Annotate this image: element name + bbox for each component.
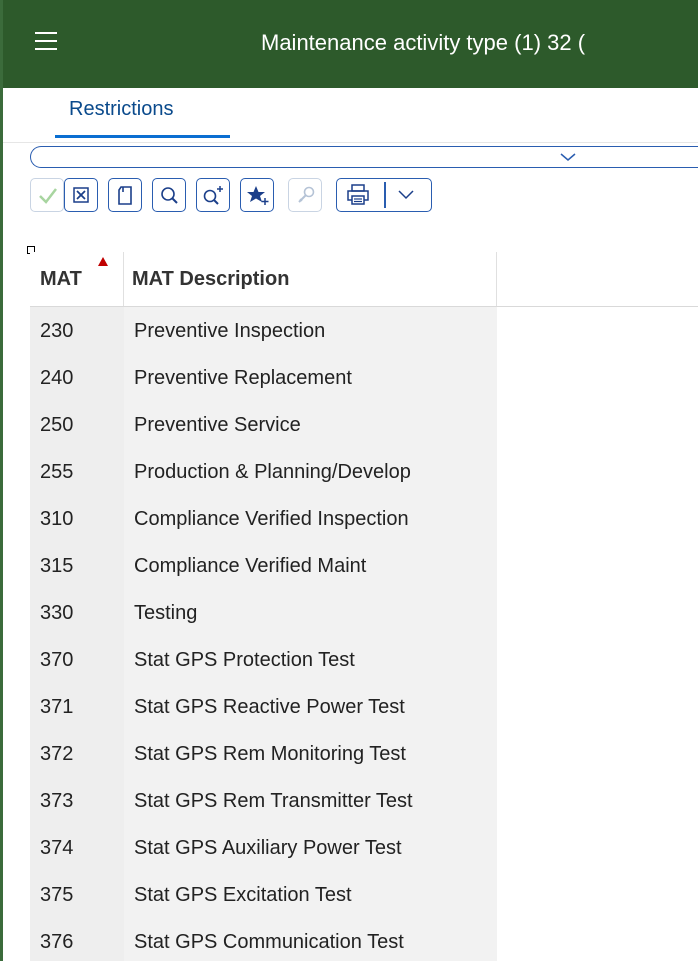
app-frame: Maintenance activity type (1) 32 ( Restr… [0,0,698,961]
sort-ascending-icon [98,257,108,266]
tab-active-indicator [55,135,230,138]
table-row[interactable]: 250 Preventive Service [30,401,698,448]
continue-button[interactable] [30,178,64,212]
cell-mat[interactable]: 375 [40,884,73,907]
find-next-button[interactable] [196,178,230,212]
column-divider [123,252,124,306]
cell-mat-description[interactable]: Stat GPS Rem Monitoring Test [134,743,406,766]
search-icon [161,187,178,204]
table-row[interactable]: 373 Stat GPS Rem Transmitter Test [30,777,698,824]
cell-mat[interactable]: 370 [40,649,73,672]
table-row[interactable]: 330 Testing [30,589,698,636]
copy-icon [118,186,132,205]
cell-mat[interactable]: 372 [40,743,73,766]
tab-bar: Restrictions [3,88,698,143]
print-options-button[interactable] [386,179,430,210]
tab-restrictions[interactable]: Restrictions [69,98,173,121]
table-row[interactable]: 255 Production & Planning/Develop [30,448,698,495]
print-icon [347,184,369,205]
table-row[interactable]: 310 Compliance Verified Inspection [30,495,698,542]
find-button[interactable] [152,178,186,212]
table-row[interactable]: 374 Stat GPS Auxiliary Power Test [30,824,698,871]
shell-header: Maintenance activity type (1) 32 ( [3,0,698,88]
menu-icon[interactable] [35,32,57,52]
collapse-restrictions-bar[interactable] [30,146,698,168]
results-table: MAT MAT Description 230 Preventive Inspec… [30,252,698,961]
chevron-down-icon [398,190,414,200]
copy-button[interactable] [108,178,142,212]
cell-mat-description[interactable]: Stat GPS Communication Test [134,931,404,954]
table-row[interactable]: 371 Stat GPS Reactive Power Test [30,683,698,730]
cell-mat[interactable]: 255 [40,461,73,484]
cell-mat[interactable]: 371 [40,696,73,719]
cell-mat-description[interactable]: Stat GPS Reactive Power Test [134,696,405,719]
cell-mat-description[interactable]: Preventive Service [134,414,301,437]
cell-mat-description[interactable]: Preventive Replacement [134,367,352,390]
table-row[interactable]: 315 Compliance Verified Maint [30,542,698,589]
cell-mat[interactable]: 230 [40,320,73,343]
frame-border [0,0,3,961]
cell-mat[interactable]: 374 [40,837,73,860]
favorite-add-icon [247,186,269,205]
search-next-icon [203,186,223,205]
cell-mat[interactable]: 315 [40,555,73,578]
table-header: MAT MAT Description [30,252,698,307]
cell-mat-description[interactable]: Testing [134,602,197,625]
cell-mat[interactable]: 250 [40,414,73,437]
table-row[interactable]: 376 Stat GPS Communication Test [30,918,698,961]
table-row[interactable]: 230 Preventive Inspection [30,307,698,354]
cancel-button[interactable] [64,178,98,212]
table-body: 230 Preventive Inspection 240 Preventive Re… [30,307,698,961]
help-button[interactable] [288,178,322,212]
cell-mat-description[interactable]: Preventive Inspection [134,320,325,343]
cell-mat[interactable]: 373 [40,790,73,813]
print-button[interactable] [337,179,383,210]
chevron-down-icon [560,153,576,161]
add-favorite-button[interactable] [240,178,274,212]
cell-mat[interactable]: 376 [40,931,73,954]
cancel-icon [73,187,89,203]
cell-mat-description[interactable]: Stat GPS Rem Transmitter Test [134,790,413,813]
page-title: Maintenance activity type (1) 32 ( [261,30,586,55]
cell-mat-description[interactable]: Stat GPS Auxiliary Power Test [134,837,402,860]
table-row[interactable]: 375 Stat GPS Excitation Test [30,871,698,918]
cell-mat[interactable]: 310 [40,508,73,531]
table-row[interactable]: 372 Stat GPS Rem Monitoring Test [30,730,698,777]
cell-mat-description[interactable]: Compliance Verified Inspection [134,508,409,531]
cell-mat[interactable]: 330 [40,602,73,625]
help-icon [298,186,315,203]
column-header-mat[interactable]: MAT [40,268,82,291]
column-divider [496,252,497,306]
cell-mat-description[interactable]: Stat GPS Protection Test [134,649,355,672]
table-row[interactable]: 240 Preventive Replacement [30,354,698,401]
table-row[interactable]: 370 Stat GPS Protection Test [30,636,698,683]
column-header-mat-description[interactable]: MAT Description [132,268,289,291]
cell-mat-description[interactable]: Compliance Verified Maint [134,555,366,578]
check-icon [39,188,57,204]
cell-mat-description[interactable]: Stat GPS Excitation Test [134,884,352,907]
cell-mat[interactable]: 240 [40,367,73,390]
print-split-button [336,178,432,212]
cell-mat-description[interactable]: Production & Planning/Develop [134,461,411,484]
